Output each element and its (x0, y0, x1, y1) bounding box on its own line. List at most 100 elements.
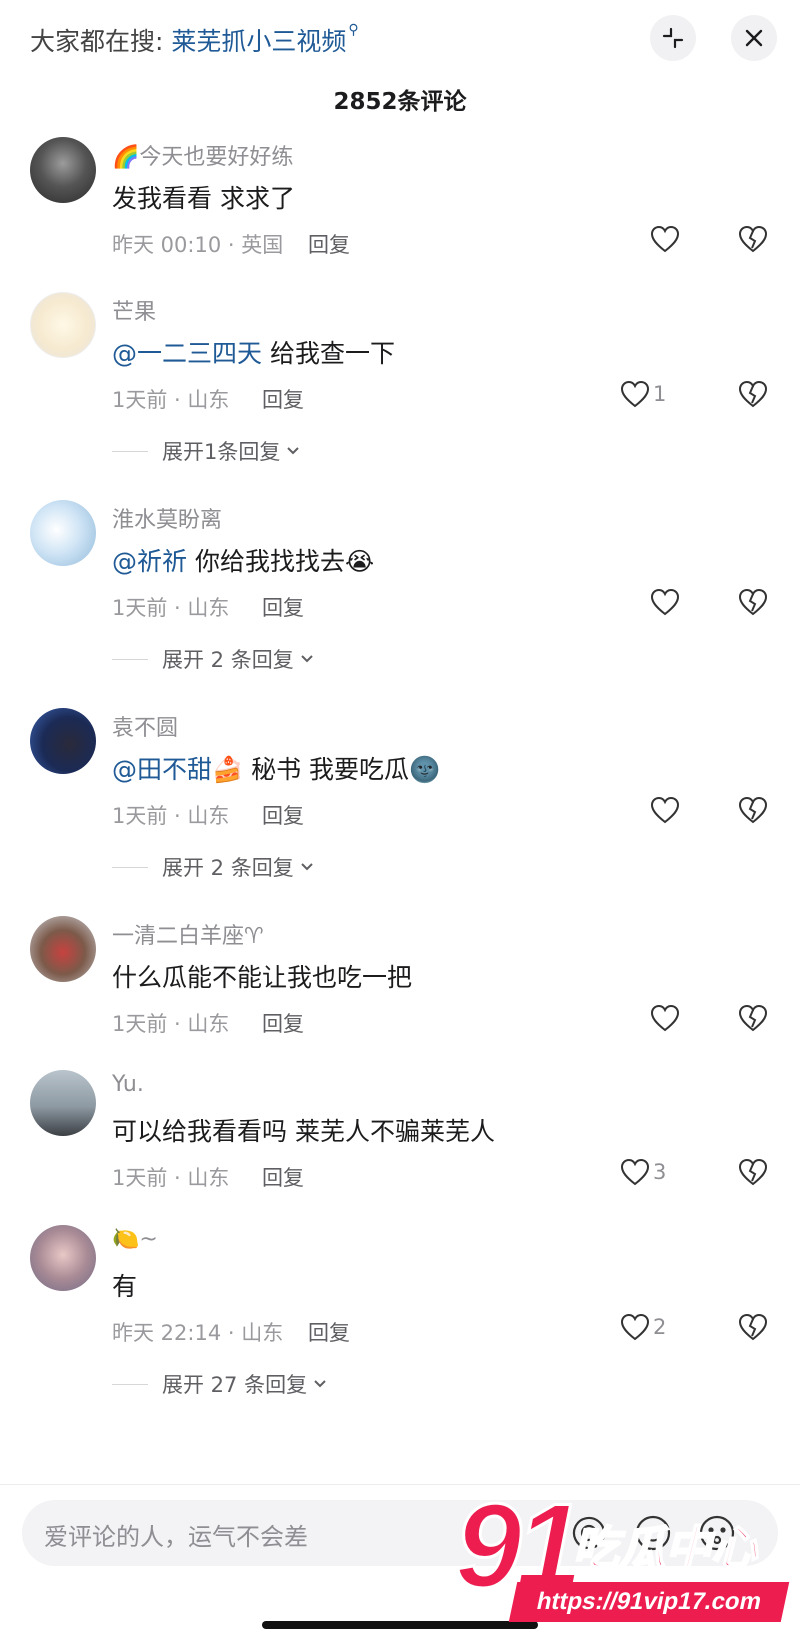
expand-replies-label: 展开 2 条回复 (162, 856, 294, 880)
comment-text: 可以给我看看吗 莱芜人不骗莱芜人 (112, 1112, 495, 1148)
expand-divider (112, 866, 148, 868)
chevron-down-icon (287, 447, 300, 455)
broken-heart-icon (738, 1004, 768, 1032)
heart-icon (650, 796, 680, 824)
comments-header: 大家都在搜: 莱芜抓小三视频 ⚲ (0, 0, 800, 80)
comment-body: 给我查一下 (262, 339, 395, 368)
heart-icon (650, 225, 680, 253)
like-button[interactable] (650, 225, 683, 253)
comment-username[interactable]: 🍋~ (112, 1227, 158, 1252)
like-button[interactable]: 1 (620, 380, 666, 408)
comment-meta: 1天前 · 山东 (112, 596, 230, 620)
comment-input-placeholder: 爱评论的人，运气不会差 (44, 1523, 308, 1551)
trending-search-term[interactable]: 莱芜抓小三视频 (171, 27, 346, 56)
comment-mention[interactable]: @一二三四天 (112, 339, 262, 368)
comment-item: 🍋~ 有 昨天 22:14 · 山东 回复 2 展开 27 条回复 (0, 1225, 800, 1425)
broken-heart-icon (738, 225, 768, 253)
comment-meta: 1天前 · 山东 (112, 1012, 230, 1036)
close-icon (745, 29, 763, 47)
comment-meta: 1天前 · 山东 (112, 804, 230, 828)
comment-mention[interactable]: @田不甜🍰 (112, 755, 243, 784)
comment-body: 你给我找找去😭 (187, 547, 375, 576)
like-count: 1 (653, 382, 667, 406)
chevron-down-icon (301, 863, 313, 871)
comment-body: 有 (112, 1272, 138, 1301)
dislike-button[interactable] (738, 796, 768, 828)
close-button[interactable] (731, 15, 777, 61)
broken-heart-icon (738, 1313, 768, 1341)
comment-item: 袁不圆 @田不甜🍰 秘书 我要吃瓜🌚 1天前 · 山东 回复 展开 2 条回复 (0, 708, 800, 888)
comment-text: 发我看看 求求了 (112, 179, 295, 215)
comment-username[interactable]: Yu. (112, 1072, 144, 1097)
expand-replies-button[interactable]: 展开 27 条回复 (112, 1369, 327, 1399)
heart-icon (620, 380, 650, 408)
like-button[interactable] (650, 588, 683, 616)
avatar[interactable] (30, 1225, 96, 1291)
like-count: 3 (653, 1160, 667, 1184)
expand-replies-button[interactable]: 展开1条回复 (112, 436, 300, 466)
comment-meta: 1天前 · 山东 (112, 1166, 230, 1190)
comment-username[interactable]: 芒果 (112, 294, 156, 326)
like-count: 2 (653, 1315, 667, 1339)
like-button[interactable] (650, 1004, 683, 1032)
comment-username[interactable]: 袁不圆 (112, 710, 178, 742)
comment-body: 秘书 我要吃瓜🌚 (243, 755, 441, 784)
heart-icon (650, 588, 680, 616)
avatar[interactable] (30, 916, 96, 982)
comment-text: 有 (112, 1267, 137, 1303)
broken-heart-icon (738, 380, 768, 408)
comment-meta: 昨天 22:14 · 山东 (112, 1321, 284, 1345)
like-button[interactable]: 3 (620, 1158, 666, 1186)
comment-mention[interactable]: @祈祈 (112, 547, 187, 576)
avatar[interactable] (30, 500, 96, 566)
avatar[interactable] (30, 1070, 96, 1136)
comment-body: 发我看看 求求了 (112, 184, 295, 213)
comment-item: 🌈今天也要好好练 发我看看 求求了 昨天 00:10 · 英国 回复 (0, 137, 800, 267)
reply-button[interactable]: 回复 (308, 1317, 350, 1347)
reply-button[interactable]: 回复 (262, 592, 304, 622)
collapse-icon (662, 27, 684, 49)
broken-heart-icon (738, 588, 768, 616)
dislike-button[interactable] (738, 1158, 768, 1190)
chevron-down-icon (314, 1380, 326, 1388)
reply-button[interactable]: 回复 (262, 1008, 304, 1038)
like-button[interactable]: 2 (620, 1313, 666, 1341)
reply-button[interactable]: 回复 (262, 800, 304, 830)
watermark-url: https://91vip17.com (508, 1582, 790, 1622)
broken-heart-icon (738, 1158, 768, 1186)
comment-body: 可以给我看看吗 莱芜人不骗莱芜人 (112, 1117, 495, 1146)
reply-button[interactable]: 回复 (262, 1162, 304, 1192)
dislike-button[interactable] (738, 588, 768, 620)
dislike-button[interactable] (738, 225, 768, 257)
bottom-divider (0, 1484, 800, 1485)
dislike-button[interactable] (738, 1004, 768, 1036)
comment-item: 芒果 @一二三四天 给我查一下 1天前 · 山东 回复 1 展开1条回复 (0, 292, 800, 472)
like-button[interactable] (650, 796, 683, 824)
reply-button[interactable]: 回复 (262, 384, 304, 414)
avatar[interactable] (30, 708, 96, 774)
collapse-button[interactable] (650, 15, 696, 61)
dislike-button[interactable] (738, 1313, 768, 1345)
dislike-button[interactable] (738, 380, 768, 412)
chevron-down-icon (301, 655, 313, 663)
comment-username[interactable]: 一清二白羊座♈ (112, 918, 264, 950)
avatar[interactable] (30, 137, 96, 203)
comment-meta: 昨天 00:10 · 英国 (112, 233, 284, 257)
expand-replies-button[interactable]: 展开 2 条回复 (112, 852, 314, 882)
heart-icon (620, 1313, 650, 1341)
expand-replies-label: 展开 2 条回复 (162, 648, 294, 672)
watermark-name: 吃瓜中心 (572, 1520, 758, 1576)
trending-search-prefix: 大家都在搜: (30, 27, 164, 56)
trending-search[interactable]: 大家都在搜: 莱芜抓小三视频 ⚲ (30, 22, 359, 58)
avatar[interactable] (30, 292, 96, 358)
search-icon: ⚲ (348, 22, 359, 38)
comment-text: @田不甜🍰 秘书 我要吃瓜🌚 (112, 750, 440, 786)
expand-divider (112, 1383, 148, 1385)
comment-username[interactable]: 淮水莫盼离 (112, 502, 222, 534)
reply-button[interactable]: 回复 (308, 229, 350, 259)
comment-meta: 1天前 · 山东 (112, 388, 230, 412)
comment-username[interactable]: 🌈今天也要好好练 (112, 139, 293, 171)
expand-replies-button[interactable]: 展开 2 条回复 (112, 644, 314, 674)
expand-replies-label: 展开 27 条回复 (162, 1373, 308, 1397)
comment-body: 什么瓜能不能让我也吃一把 (112, 963, 413, 992)
